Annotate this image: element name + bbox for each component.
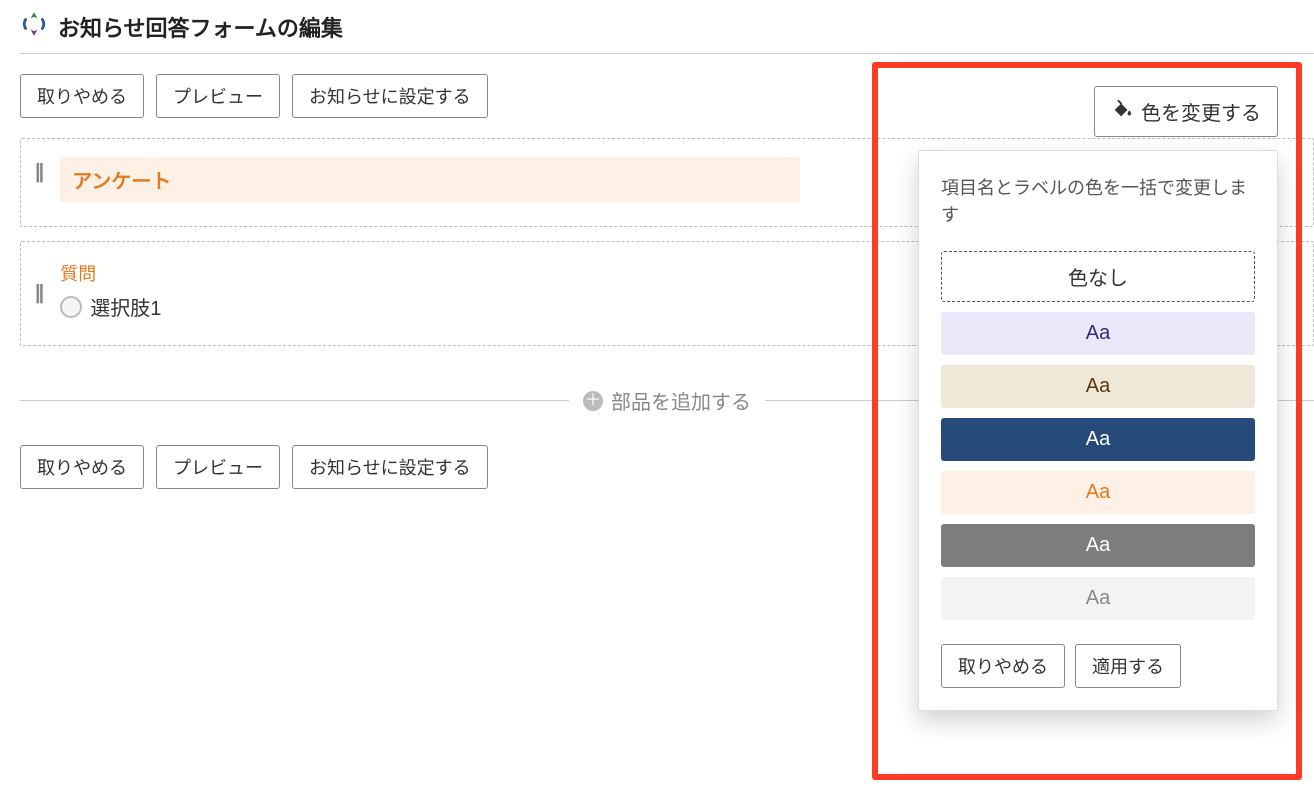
page-title: お知らせ回答フォームの編集 [58,11,343,43]
page-header: お知らせ回答フォームの編集 [20,10,1314,54]
separator-line [20,400,569,401]
color-change-popover: 項目名とラベルの色を一括で変更します 色なし Aa Aa Aa Aa Aa Aa… [918,150,1278,711]
plus-icon: ＋ [583,391,603,411]
popover-actions: 取りやめる 適用する [941,644,1255,688]
drag-handle-icon[interactable]: || [35,161,42,184]
popover-title: 項目名とラベルの色を一括で変更します [941,175,1255,229]
app-icon [20,10,48,43]
cancel-button[interactable]: 取りやめる [20,445,144,489]
popover-cancel-button[interactable]: 取りやめる [941,644,1065,688]
color-swatch-navy[interactable]: Aa [941,418,1255,461]
change-color-button[interactable]: 色を変更する [1094,86,1278,137]
add-component-label: 部品を追加する [611,386,751,415]
drag-handle-icon[interactable]: || [35,282,42,305]
preview-button[interactable]: プレビュー [156,74,280,118]
paint-bucket-icon [1111,98,1133,126]
cancel-button[interactable]: 取りやめる [20,74,144,118]
color-swatch-lavender[interactable]: Aa [941,312,1255,355]
popover-apply-button[interactable]: 適用する [1075,644,1181,688]
preview-button[interactable]: プレビュー [156,445,280,489]
color-swatch-light[interactable]: Aa [941,577,1255,620]
color-swatch-gray[interactable]: Aa [941,524,1255,567]
change-color-label: 色を変更する [1141,97,1261,126]
apply-to-notice-button[interactable]: お知らせに設定する [292,74,488,118]
color-swatch-tan[interactable]: Aa [941,365,1255,408]
survey-label: アンケート [60,157,800,202]
apply-to-notice-button[interactable]: お知らせに設定する [292,445,488,489]
color-swatch-none[interactable]: 色なし [941,251,1255,302]
radio-icon[interactable] [60,296,82,318]
color-swatch-orange[interactable]: Aa [941,471,1255,514]
option-label: 選択肢1 [90,292,161,321]
add-component-button[interactable]: ＋ 部品を追加する [569,386,765,415]
